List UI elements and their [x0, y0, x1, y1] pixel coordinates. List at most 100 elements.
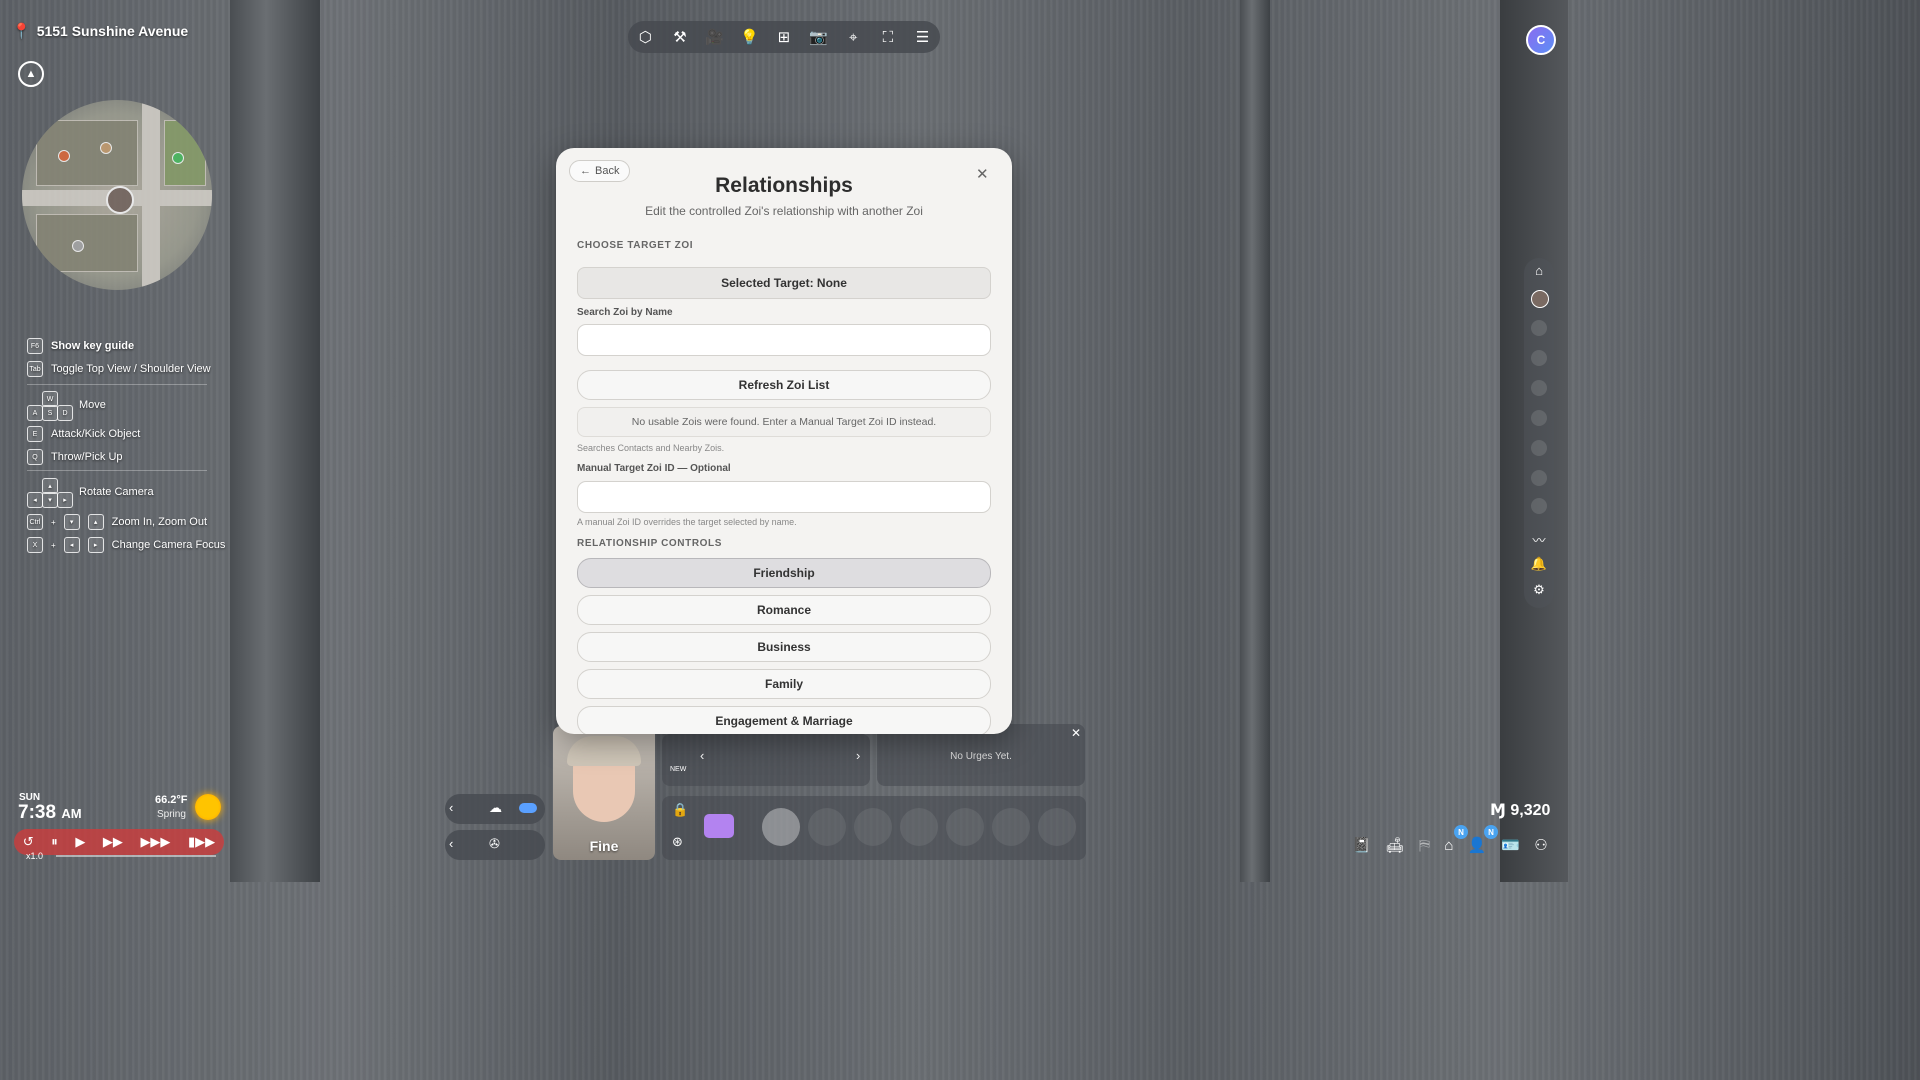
household-slot[interactable]: [1531, 498, 1547, 514]
location-pin-icon: 📍: [12, 23, 31, 40]
action-slot[interactable]: [946, 808, 984, 846]
modal-subtitle: Edit the controlled Zoi's relationship w…: [645, 204, 923, 218]
household-slot[interactable]: [1531, 380, 1547, 396]
action-slot[interactable]: [854, 808, 892, 846]
background-wall-post: [1240, 0, 1270, 882]
engagement-marriage-button[interactable]: Engagement & Marriage: [577, 706, 991, 734]
career-icon[interactable]: 🛋: [1385, 836, 1404, 854]
camera-icon[interactable]: 📷: [809, 28, 829, 46]
key-guide-toggle[interactable]: F6 Show key guide: [27, 338, 134, 354]
key-guide-row: E Attack/Kick Object: [27, 426, 140, 442]
speed-multiplier: x1.0: [26, 851, 44, 861]
thought-icon[interactable]: ☁: [489, 800, 502, 816]
bottom-right-toolbar: 📓 🛋 ⛿ ⌂ 👤 🪪 ⚇: [1345, 830, 1555, 860]
close-icon[interactable]: ✕: [1071, 726, 1081, 740]
romance-button[interactable]: Romance: [577, 595, 991, 625]
play-icon[interactable]: ▶: [75, 834, 85, 850]
chevron-left-icon[interactable]: ‹: [449, 836, 453, 851]
map-icon[interactable]: ⛿: [1419, 837, 1430, 854]
manual-id-hint: A manual Zoi ID overrides the target sel…: [577, 517, 797, 527]
no-zoi-notice: No usable Zois were found. Enter a Manua…: [577, 407, 991, 437]
sun-weather-icon: [195, 794, 221, 820]
key-ctrl: Ctrl: [27, 514, 43, 530]
household-slot[interactable]: [1531, 470, 1547, 486]
profile-avatar-icon[interactable]: C: [1526, 25, 1556, 55]
minimap-poi-icon[interactable]: [72, 240, 84, 252]
menu-icon[interactable]: ☰: [913, 28, 933, 46]
key-guide-row: Tab Toggle Top View / Shoulder View: [27, 361, 211, 377]
fast-forward-icon[interactable]: ▶▶: [103, 834, 123, 850]
new-badge: N: [1484, 825, 1498, 839]
action-slot[interactable]: [900, 808, 938, 846]
household-member-avatar[interactable]: [1531, 290, 1549, 308]
settings-person-icon[interactable]: ⚙: [1524, 582, 1554, 598]
chevron-left-icon[interactable]: ‹: [449, 800, 453, 815]
action-slot[interactable]: [808, 808, 846, 846]
household-slot[interactable]: [1531, 350, 1547, 366]
search-zoi-input[interactable]: [578, 325, 990, 355]
manual-zoi-id-input[interactable]: [578, 482, 990, 512]
family-button[interactable]: Family: [577, 669, 991, 699]
home-icon[interactable]: ⌂: [1524, 263, 1554, 278]
journal-icon[interactable]: 📓: [1352, 836, 1371, 854]
minimap-lot: [36, 120, 138, 186]
mode-toggle-bar: ‹ ✇: [445, 830, 545, 860]
key-q: Q: [27, 449, 43, 465]
minimap-road: [142, 100, 160, 290]
lightbulb-icon[interactable]: 💡: [739, 28, 759, 46]
selected-target-display[interactable]: Selected Target: None: [577, 267, 991, 299]
friendship-button[interactable]: Friendship: [577, 558, 991, 588]
phone-icon[interactable]: [704, 814, 734, 838]
minimap[interactable]: [22, 100, 212, 290]
key-guide-label: Attack/Kick Object: [51, 428, 141, 440]
focus-icon[interactable]: ⌖: [843, 29, 863, 46]
action-slot-character[interactable]: [762, 808, 800, 846]
tools-icon[interactable]: ⚒: [670, 28, 690, 46]
minimap-poi-icon[interactable]: [58, 150, 70, 162]
steering-icon[interactable]: ⊛: [672, 834, 683, 850]
minimap-poi-icon[interactable]: [172, 152, 184, 164]
pause-icon[interactable]: ⏸: [51, 834, 58, 850]
household-slot[interactable]: [1531, 440, 1547, 456]
character-portrait[interactable]: Fine: [553, 726, 655, 860]
add-object-icon[interactable]: ⊞: [774, 28, 794, 46]
time-value: 7:38: [18, 802, 57, 823]
relationships-modal: ← Back ✕ Relationships Edit the controll…: [556, 148, 1012, 734]
time-ampm: AM: [61, 806, 82, 821]
key-guide-divider: [27, 470, 207, 471]
household-slot[interactable]: [1531, 410, 1547, 426]
business-button[interactable]: Business: [577, 632, 991, 662]
build-mode-icon[interactable]: ⬡: [635, 28, 655, 46]
action-slot[interactable]: [1038, 808, 1076, 846]
minimap-poi-icon[interactable]: [100, 142, 112, 154]
id-card-icon[interactable]: 🪪: [1501, 836, 1520, 854]
video-camera-icon[interactable]: 🎥: [705, 28, 725, 46]
family-tree-icon[interactable]: ⚇: [1534, 836, 1547, 854]
lock-icon[interactable]: 🔒: [672, 802, 688, 818]
key-arrows: ▴ ◂ ▾ ▸: [27, 478, 73, 508]
fastest-forward-icon[interactable]: ▮▶▶: [188, 834, 215, 850]
key-guide-label: Zoom In, Zoom Out: [111, 516, 208, 528]
speed-slider[interactable]: [56, 855, 216, 857]
relationships-icon[interactable]: 👤: [1468, 836, 1487, 854]
mood-label: Fine: [589, 838, 619, 854]
chevron-left-icon[interactable]: ‹: [700, 748, 704, 763]
chevron-right-icon[interactable]: ›: [856, 748, 860, 763]
relationship-icon[interactable]: 〰: [1524, 530, 1554, 549]
capture-icon[interactable]: ⛶: [878, 29, 898, 46]
action-slot[interactable]: [992, 808, 1030, 846]
refresh-zoi-list-button[interactable]: Refresh Zoi List: [577, 370, 991, 400]
rewind-icon[interactable]: ↺: [23, 834, 34, 850]
auto-toggle[interactable]: [519, 803, 537, 813]
notification-bell-icon[interactable]: 🔔: [1524, 556, 1554, 572]
search-field-wrap: [577, 324, 991, 356]
atom-icon[interactable]: ✇: [489, 836, 500, 852]
relationship-controls-section-title: RELATIONSHIP CONTROLS: [577, 538, 723, 549]
household-slot[interactable]: [1531, 320, 1547, 336]
compass-icon[interactable]: ▲: [18, 61, 44, 87]
household-icon[interactable]: ⌂: [1444, 837, 1453, 854]
faster-forward-icon[interactable]: ▶▶▶: [140, 834, 170, 850]
modal-title: Relationships: [715, 174, 853, 197]
key-x: X: [27, 537, 43, 553]
key-guide-title: Show key guide: [51, 340, 135, 352]
